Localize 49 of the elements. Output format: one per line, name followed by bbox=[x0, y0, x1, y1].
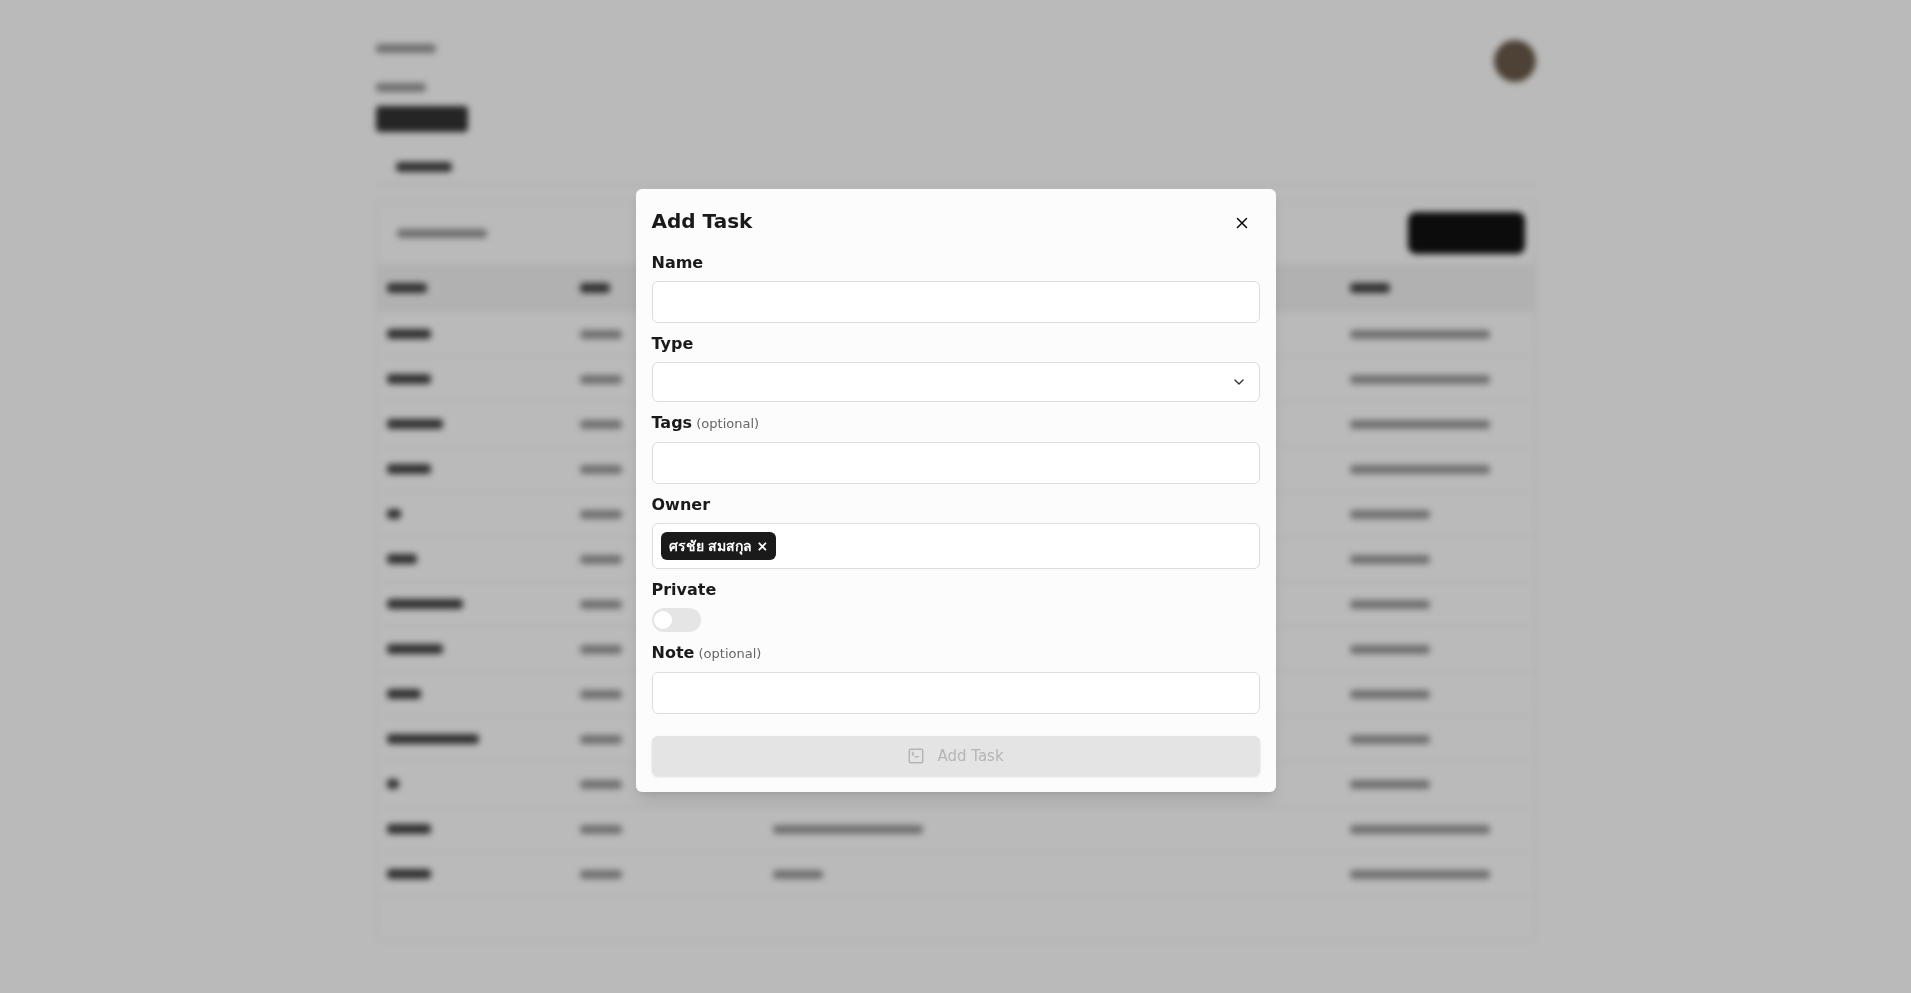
blurred-text bbox=[386, 869, 431, 879]
blurred-text bbox=[579, 464, 622, 474]
blurred-text bbox=[579, 374, 622, 384]
blurred-text bbox=[579, 734, 622, 744]
text-field[interactable] bbox=[651, 442, 1260, 484]
avatar bbox=[1493, 40, 1536, 82]
blurred-text bbox=[386, 824, 431, 834]
dialog-title: Add Task bbox=[651, 208, 753, 235]
blurred-text bbox=[395, 162, 452, 172]
blurred-text bbox=[386, 554, 417, 564]
blurred-text bbox=[1349, 283, 1390, 293]
blurred-text bbox=[386, 329, 431, 339]
text-field[interactable] bbox=[651, 281, 1260, 323]
blurred-text bbox=[579, 869, 622, 879]
blurred-text bbox=[386, 464, 431, 474]
owner-field[interactable]: ศรชัย สมสกุล × bbox=[651, 523, 1260, 569]
blurred-text bbox=[579, 779, 622, 789]
field-label: Tags (optional) bbox=[651, 413, 761, 434]
blurred-text bbox=[579, 329, 622, 339]
remove-chip-button[interactable]: × bbox=[756, 535, 769, 557]
text-field[interactable] bbox=[651, 672, 1260, 714]
blurred-text bbox=[386, 374, 431, 384]
blurred-text bbox=[386, 283, 427, 293]
field-label: Name bbox=[651, 253, 705, 273]
blurred-text bbox=[772, 869, 823, 879]
field-label: Note (optional) bbox=[651, 643, 763, 664]
blurred-text bbox=[375, 83, 426, 92]
field-label: Private bbox=[651, 580, 718, 600]
blurred-text bbox=[579, 599, 622, 609]
blurred-text bbox=[579, 509, 622, 519]
blurred-text bbox=[579, 419, 622, 429]
blurred-text bbox=[386, 644, 443, 654]
blurred-text bbox=[386, 419, 443, 429]
blurred-text bbox=[386, 689, 421, 699]
blurred-text bbox=[386, 509, 401, 519]
blurred-text bbox=[579, 824, 622, 834]
field-label: Owner bbox=[651, 495, 711, 515]
select-field[interactable] bbox=[651, 362, 1260, 402]
blurred-text bbox=[579, 554, 622, 564]
field-label: Type bbox=[651, 334, 695, 354]
terminal-icon bbox=[907, 747, 926, 765]
private-toggle[interactable] bbox=[651, 608, 701, 632]
blurred-text bbox=[386, 779, 399, 789]
blurred-text bbox=[579, 689, 622, 699]
blurred-text bbox=[579, 283, 610, 293]
owner-chip[interactable]: ศรชัย สมสกุล × bbox=[660, 532, 777, 560]
blurred-text bbox=[375, 44, 436, 53]
add-task-button[interactable] bbox=[1407, 212, 1525, 254]
blurred-text bbox=[579, 644, 622, 654]
